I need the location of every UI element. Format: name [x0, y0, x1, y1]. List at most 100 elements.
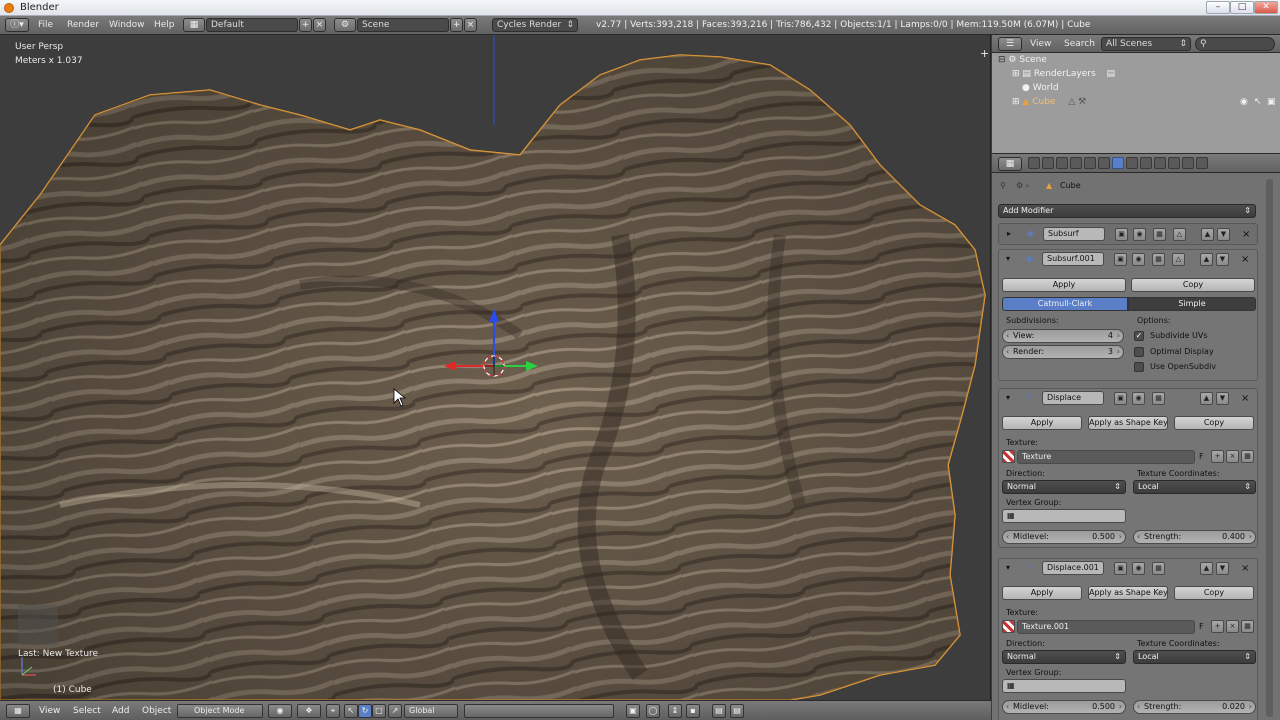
screen-layout-field[interactable]: Default [206, 18, 298, 32]
move-up-icon[interactable]: ▲ [1200, 562, 1213, 575]
add-texture-icon[interactable]: + [1211, 620, 1224, 633]
texture-settings-icon[interactable]: ▦ [1241, 450, 1254, 463]
catmull-clark-toggle[interactable]: Catmull-Clark [1002, 297, 1128, 311]
pin-icon[interactable]: ⚲ [1000, 181, 1006, 190]
outliner-item-cube[interactable]: ⊞ ▲ Cube △ ⚒ ◉ ↖ ▣ [992, 97, 1280, 111]
editor-type-properties-icon[interactable]: ▦ [998, 157, 1022, 171]
texture-name-field[interactable]: Texture.001 [1017, 620, 1195, 634]
move-down-icon[interactable]: ▼ [1216, 253, 1229, 266]
midlevel-field[interactable]: ‹ Midlevel: 0.500 › [1002, 700, 1126, 714]
render-toggle-icon[interactable]: ▣ [1114, 562, 1127, 575]
screen-layout-icon[interactable]: ▦ [183, 18, 205, 32]
unlink-texture-icon[interactable]: × [1226, 620, 1239, 633]
texture-browse-icon[interactable] [1002, 450, 1015, 463]
use-opensubdiv-checkbox[interactable] [1134, 362, 1144, 372]
tab-material-icon[interactable] [1140, 157, 1152, 169]
apply-as-shape-key-button[interactable]: Apply as Shape Key [1088, 586, 1168, 600]
menu-object[interactable]: Object [142, 706, 171, 716]
translate-icon[interactable]: ↖ [344, 704, 358, 718]
menu-window[interactable]: Window [109, 20, 145, 30]
editmode-toggle-icon[interactable]: ▦ [1152, 253, 1165, 266]
tab-modifiers-icon[interactable] [1112, 157, 1124, 169]
viewport-split-handle-icon[interactable]: + [980, 47, 989, 60]
object-mode-select[interactable]: Object Mode [177, 704, 263, 718]
copy-button[interactable]: Copy [1174, 416, 1254, 430]
tab-world-icon[interactable] [1070, 157, 1082, 169]
outliner-menu-view[interactable]: View [1030, 39, 1051, 49]
viewport-toggle-icon[interactable]: ◉ [1133, 228, 1146, 241]
midlevel-field[interactable]: ‹ Midlevel: 0.500 › [1002, 530, 1126, 544]
translate-arrow-icon[interactable]: ↗ [388, 704, 402, 718]
snap-icon[interactable]: ↨ [668, 704, 682, 718]
tab-scene-icon[interactable] [1056, 157, 1068, 169]
editor-type-3d-icon[interactable]: ▦ [6, 704, 30, 718]
viewport-shading-icon[interactable]: ◉ [268, 704, 292, 718]
tab-constraints-icon[interactable] [1098, 157, 1110, 169]
scale-icon[interactable]: □ [372, 704, 386, 718]
maximize-button[interactable]: □ [1230, 1, 1254, 14]
render-engine-select[interactable]: Cycles Render ⇕ [492, 18, 578, 32]
expand-arrow-icon[interactable]: ▸ [1007, 229, 1011, 238]
cage-toggle-icon[interactable]: △ [1173, 228, 1186, 241]
move-down-icon[interactable]: ▼ [1216, 392, 1229, 405]
add-texture-icon[interactable]: + [1211, 450, 1224, 463]
pivot-point-icon[interactable]: ❖ [297, 704, 321, 718]
outliner-display-select[interactable]: All Scenes ⇕ [1101, 37, 1191, 51]
subdivide-uvs-checkbox[interactable]: ✓ [1134, 331, 1144, 341]
outliner-menu-search[interactable]: Search [1064, 39, 1095, 49]
visibility-eye-icon[interactable]: ◉ [1240, 97, 1248, 107]
editor-type-outliner-icon[interactable]: ☰ [998, 37, 1022, 51]
collapse-arrow-icon[interactable]: ▾ [1006, 393, 1010, 402]
collapse-arrow-icon[interactable]: ▾ [1006, 563, 1010, 572]
snap-element-icon[interactable]: ▪ [686, 704, 700, 718]
editmode-toggle-icon[interactable]: ▦ [1152, 392, 1165, 405]
render-levels-field[interactable]: ‹ Render: 3 › [1002, 345, 1124, 359]
strength-field[interactable]: ‹ Strength: 0.020 › [1133, 700, 1256, 714]
3d-viewport[interactable]: User Persp Meters x 1.037 + Last: New Te… [0, 35, 991, 700]
tab-particles-icon[interactable] [1168, 157, 1180, 169]
move-down-icon[interactable]: ▼ [1216, 562, 1229, 575]
menu-render[interactable]: Render [67, 20, 99, 30]
cage-toggle-icon[interactable]: △ [1172, 253, 1185, 266]
editor-type-info-icon[interactable]: ⓘ▾ [5, 18, 29, 32]
apply-as-shape-key-button[interactable]: Apply as Shape Key [1088, 416, 1168, 430]
outliner-search-input[interactable]: ⚲ [1195, 37, 1275, 51]
add-modifier-dropdown[interactable]: Add Modifier ⇕ [998, 204, 1256, 218]
unlink-texture-icon[interactable]: × [1226, 450, 1239, 463]
vertex-group-field[interactable]: ▦ [1002, 679, 1126, 693]
strength-field[interactable]: ‹ Strength: 0.400 › [1133, 530, 1256, 544]
copy-button[interactable]: Copy [1174, 586, 1254, 600]
modifier-name-field[interactable]: Subsurf [1043, 227, 1105, 241]
menu-help[interactable]: Help [154, 20, 175, 30]
menu-view[interactable]: View [39, 706, 60, 716]
texture-browse-icon[interactable] [1002, 620, 1015, 633]
render-camera-icon[interactable]: ▣ [1267, 97, 1276, 107]
simple-toggle[interactable]: Simple [1128, 297, 1256, 311]
viewport-toggle-icon[interactable]: ◉ [1132, 253, 1145, 266]
move-down-icon[interactable]: ▼ [1217, 228, 1230, 241]
proportional-edit-icon[interactable]: ◯ [646, 704, 660, 718]
manipulator-toggle-icon[interactable]: ⌖ [326, 704, 340, 718]
remove-modifier-icon[interactable]: × [1242, 229, 1250, 240]
render-preview-icon[interactable]: ▤ [712, 704, 726, 718]
tab-data-icon[interactable] [1126, 157, 1138, 169]
add-screen-icon[interactable]: + [299, 18, 312, 32]
tab-render-layers-icon[interactable] [1042, 157, 1054, 169]
tab-render-icon[interactable] [1028, 157, 1040, 169]
texture-coordinates-select[interactable]: Local ⇕ [1133, 650, 1256, 664]
apply-button[interactable]: Apply [1002, 278, 1126, 292]
copy-button[interactable]: Copy [1131, 278, 1255, 292]
move-up-icon[interactable]: ▲ [1201, 228, 1214, 241]
texture-name-field[interactable]: Texture [1017, 450, 1195, 464]
direction-select[interactable]: Normal ⇕ [1002, 650, 1126, 664]
texture-settings-icon[interactable]: ▦ [1241, 620, 1254, 633]
tab-physics-icon[interactable] [1182, 157, 1194, 169]
viewport-toggle-icon[interactable]: ◉ [1132, 562, 1145, 575]
minimize-button[interactable]: – [1206, 1, 1230, 14]
remove-modifier-icon[interactable]: × [1241, 563, 1249, 574]
render-anim-icon[interactable]: ▤ [730, 704, 744, 718]
scene-field[interactable]: Scene [357, 18, 449, 32]
render-toggle-icon[interactable]: ▣ [1114, 253, 1127, 266]
apply-button[interactable]: Apply [1002, 416, 1082, 430]
outliner-item-world[interactable]: ● World [992, 83, 1280, 97]
